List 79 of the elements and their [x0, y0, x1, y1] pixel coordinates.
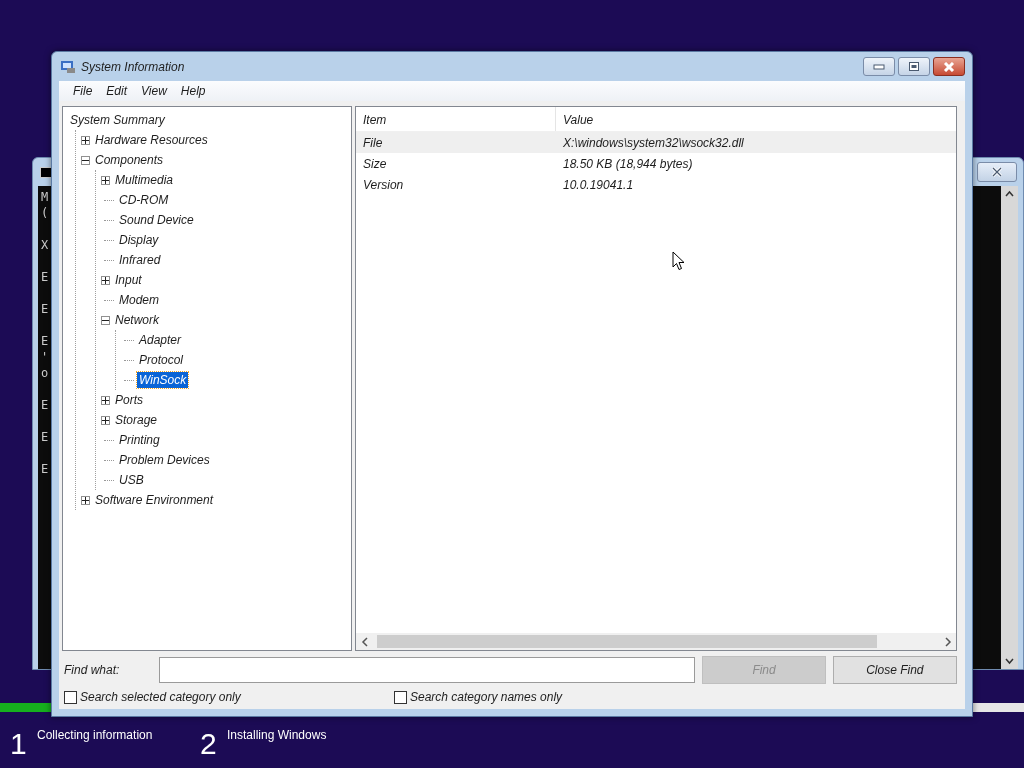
- console-line: E: [41, 429, 49, 445]
- tree-item[interactable]: Input: [113, 272, 144, 288]
- tree-item[interactable]: Display: [117, 232, 161, 248]
- column-header[interactable]: Item: [356, 107, 556, 131]
- step-label: Installing Windows: [227, 728, 327, 742]
- tree-item[interactable]: Hardware Resources: [93, 132, 210, 148]
- table-row[interactable]: Size 18.50 KB (18,944 bytes): [356, 153, 956, 174]
- step-label: Collecting information: [37, 728, 153, 742]
- tree-item[interactable]: Sound Device: [117, 212, 196, 228]
- table-cell-text: Version: [362, 177, 405, 192]
- collapse-icon[interactable]: [101, 315, 110, 325]
- column-header[interactable]: Value: [556, 107, 956, 131]
- console-line: (: [41, 205, 49, 221]
- tree-item[interactable]: Adapter: [137, 332, 184, 348]
- collapse-icon[interactable]: [81, 155, 90, 165]
- scrollbar[interactable]: [356, 633, 956, 650]
- app-icon: [61, 60, 75, 73]
- tree-item[interactable]: Network: [113, 312, 161, 328]
- tree-item[interactable]: Components: [93, 152, 166, 168]
- tree-item[interactable]: Printing: [117, 432, 162, 448]
- expand-icon[interactable]: [101, 395, 110, 405]
- console-line: o: [41, 365, 49, 381]
- checkbox[interactable]: [64, 690, 77, 704]
- scrollbar[interactable]: [1001, 186, 1018, 669]
- close-find-button[interactable]: Close Find: [832, 655, 957, 684]
- tree-item[interactable]: Storage: [113, 412, 160, 428]
- minimize-icon: [873, 63, 885, 70]
- tree-item[interactable]: System Summary: [68, 112, 167, 128]
- close-icon: [991, 167, 1003, 177]
- tree-item[interactable]: Software Environment: [93, 492, 216, 508]
- find-field[interactable]: [159, 656, 696, 683]
- console-icon: [40, 166, 52, 178]
- step-number: 2: [200, 726, 218, 762]
- tree-item[interactable]: Problem Devices: [117, 452, 212, 468]
- tree-item[interactable]: USB: [117, 472, 146, 488]
- minimize-button[interactable]: [863, 57, 895, 76]
- tree-item[interactable]: Multimedia: [113, 172, 176, 188]
- expand-icon[interactable]: [81, 495, 90, 505]
- table-row[interactable]: File X:\windows\system32\wsock32.dll: [356, 132, 956, 153]
- menu-item[interactable]: View: [134, 84, 174, 98]
- checkbox-label[interactable]: Search category names only: [410, 690, 563, 704]
- table-cell-text: X:\windows\system32\wsock32.dll: [562, 135, 745, 150]
- checkbox[interactable]: [394, 690, 407, 704]
- menu-item[interactable]: Edit: [99, 84, 135, 98]
- field-label: Find what:: [64, 662, 121, 677]
- table-cell-text: 18.50 KB (18,944 bytes): [562, 156, 694, 171]
- console-line: M: [41, 189, 49, 205]
- console-line: E: [41, 461, 49, 477]
- close-icon: [943, 61, 955, 72]
- maximize-icon: [909, 62, 919, 71]
- tree-item[interactable]: Ports: [113, 392, 145, 408]
- step-number: 1: [10, 726, 28, 762]
- console-line: X: [41, 237, 49, 253]
- menu-item[interactable]: File: [66, 84, 100, 98]
- tree-item[interactable]: Modem: [117, 292, 161, 308]
- close-button[interactable]: [933, 57, 965, 76]
- tree-item[interactable]: Protocol: [137, 352, 186, 368]
- menu-item[interactable]: Help: [173, 84, 213, 98]
- console-line: ': [41, 349, 49, 365]
- tree-item[interactable]: WinSock: [137, 372, 189, 388]
- window-title: System Information: [81, 59, 186, 74]
- table-cell-text: Size: [362, 156, 388, 171]
- checkbox-label[interactable]: Search selected category only: [80, 690, 241, 704]
- table-row[interactable]: Version 10.0.19041.1: [356, 174, 956, 195]
- scrollbar-thumb[interactable]: [377, 635, 877, 648]
- console-line: E: [41, 397, 49, 413]
- expand-icon[interactable]: [81, 135, 90, 145]
- expand-icon[interactable]: [101, 275, 110, 285]
- expand-icon[interactable]: [101, 415, 110, 425]
- maximize-button[interactable]: [898, 57, 930, 76]
- console-line: E: [41, 269, 49, 285]
- tree-item[interactable]: CD-ROM: [117, 192, 171, 208]
- tree-item[interactable]: Infrared: [117, 252, 163, 268]
- mouse-cursor-icon: [672, 251, 685, 271]
- table-cell-text: File: [362, 135, 384, 150]
- console-line: E: [41, 301, 49, 317]
- console-line: E: [41, 333, 49, 349]
- table-cell-text: 10.0.19041.1: [562, 177, 635, 192]
- expand-icon[interactable]: [101, 175, 110, 185]
